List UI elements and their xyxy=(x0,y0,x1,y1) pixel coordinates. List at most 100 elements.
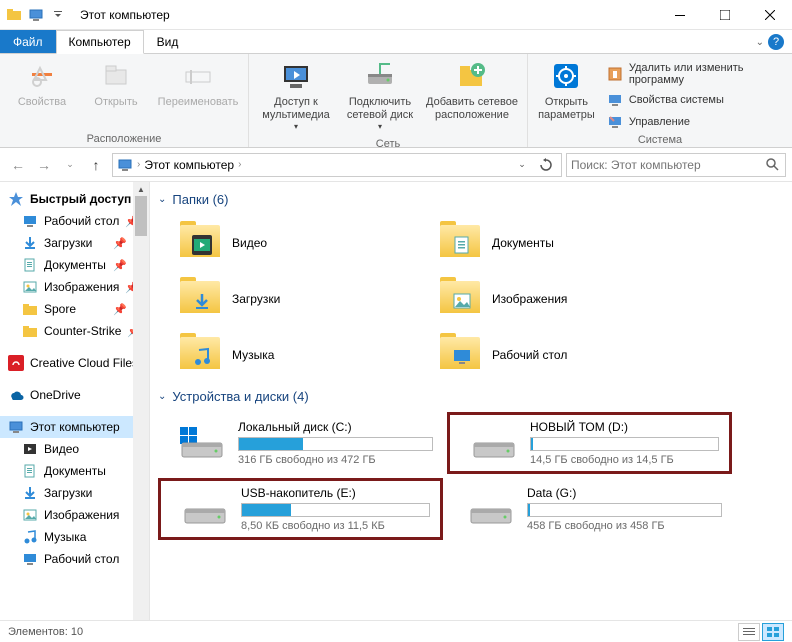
tab-file[interactable]: Файл xyxy=(0,30,56,53)
tree-item[interactable]: Counter-Strike📌 xyxy=(0,320,149,342)
drive-capacity-bar xyxy=(527,503,722,517)
drive-name: Локальный диск (C:) xyxy=(238,420,433,434)
drive-name: Data (G:) xyxy=(527,486,722,500)
chevron-right-icon[interactable]: › xyxy=(137,159,140,170)
drive-capacity-bar xyxy=(530,437,719,451)
qat-dropdown-icon[interactable] xyxy=(50,7,66,23)
system-properties-icon xyxy=(607,92,623,108)
navigation-pane: Быстрый доступ Рабочий стол📌Загрузки📌Док… xyxy=(0,182,150,620)
folder-icon xyxy=(178,333,222,377)
add-location-button[interactable]: Добавить сетевое расположение xyxy=(423,56,521,126)
tree-item[interactable]: Документы📌 xyxy=(0,254,149,276)
address-dropdown-button[interactable]: ⌄ xyxy=(511,154,533,176)
maximize-button[interactable] xyxy=(702,0,747,30)
chevron-right-icon[interactable]: › xyxy=(238,159,241,170)
computer-icon xyxy=(117,157,133,173)
tree-item[interactable]: Документы xyxy=(0,460,149,482)
desktop-icon xyxy=(22,551,38,567)
sidebar-scrollbar[interactable]: ▲ xyxy=(133,182,149,620)
collapse-ribbon-icon[interactable]: ⌄ xyxy=(756,37,764,48)
search-input[interactable] xyxy=(571,158,765,172)
section-devices[interactable]: ⌄ Устройства и диски (4) xyxy=(158,383,792,412)
tree-item[interactable]: Рабочий стол📌 xyxy=(0,210,149,232)
desktop-icon xyxy=(22,213,38,229)
drive-icon xyxy=(470,425,518,461)
chevron-down-icon: ⌄ xyxy=(158,194,166,205)
folder-icon xyxy=(438,333,482,377)
folder-label: Музыка xyxy=(232,348,274,362)
breadcrumb-this-pc[interactable]: Этот компьютер xyxy=(144,158,234,172)
folder-item[interactable]: Загрузки xyxy=(158,271,418,327)
tree-item[interactable]: Изображения xyxy=(0,504,149,526)
window-controls xyxy=(657,0,792,30)
ribbon-group-system: Открыть параметры Удалить или изменить п… xyxy=(528,54,792,147)
tree-item[interactable]: Музыка xyxy=(0,526,149,548)
tab-view[interactable]: Вид xyxy=(144,30,192,53)
folder-item[interactable]: Рабочий стол xyxy=(418,327,678,383)
nav-recent-button[interactable]: ⌄ xyxy=(58,153,82,177)
address-bar[interactable]: › Этот компьютер › ⌄ xyxy=(112,153,562,177)
nav-forward-button[interactable]: → xyxy=(32,153,56,177)
rename-button[interactable]: Переименовать xyxy=(154,56,242,113)
quick-access-toolbar xyxy=(0,7,72,23)
tree-item[interactable]: Рабочий стол xyxy=(0,548,149,570)
folder-item[interactable]: Документы xyxy=(418,215,678,271)
drive-item[interactable]: Локальный диск (C:) 316 ГБ свободно из 47… xyxy=(158,412,443,474)
drive-item[interactable]: USB-накопитель (E:) 8,50 КБ свободно из 1… xyxy=(158,478,443,540)
system-properties-button[interactable]: Свойства системы xyxy=(601,90,786,110)
tree-item[interactable]: Spore📌 xyxy=(0,298,149,320)
uninstall-button[interactable]: Удалить или изменить программу xyxy=(601,60,786,88)
folder-icon xyxy=(178,277,222,321)
main-area: Быстрый доступ Рабочий стол📌Загрузки📌Док… xyxy=(0,182,792,620)
tree-onedrive[interactable]: OneDrive xyxy=(0,384,149,406)
media-access-button[interactable]: Доступ к мультимедиа ▾ xyxy=(255,56,337,136)
tab-computer[interactable]: Компьютер xyxy=(56,30,144,54)
tree-quick-access[interactable]: Быстрый доступ xyxy=(0,188,149,210)
folder-item[interactable]: Музыка xyxy=(158,327,418,383)
search-icon[interactable] xyxy=(765,157,781,173)
folder-item[interactable]: Изображения xyxy=(418,271,678,327)
folder-icon xyxy=(178,221,222,265)
navbar: ← → ⌄ ↑ › Этот компьютер › ⌄ xyxy=(0,148,792,182)
quick-access-icon xyxy=(8,191,24,207)
tree-item[interactable]: Видео xyxy=(0,438,149,460)
tree-creative-cloud[interactable]: Creative Cloud Files xyxy=(0,352,149,374)
tree-item[interactable]: Загрузки📌 xyxy=(0,232,149,254)
refresh-button[interactable] xyxy=(535,154,557,176)
manage-button[interactable]: Управление xyxy=(601,112,786,132)
properties-button[interactable]: Свойства xyxy=(6,56,78,113)
folder-icon xyxy=(22,301,38,317)
ribbon-group-network: Доступ к мультимедиа ▾ Подключить сетево… xyxy=(249,54,528,147)
minimize-button[interactable] xyxy=(657,0,702,30)
search-box[interactable] xyxy=(566,153,786,177)
help-icon[interactable]: ? xyxy=(768,34,784,50)
map-drive-button[interactable]: Подключить сетевой диск ▾ xyxy=(339,56,421,136)
drive-item[interactable]: НОВЫЙ ТОМ (D:)14,5 ГБ свободно из 14,5 Г… xyxy=(447,412,732,474)
video-icon xyxy=(22,441,38,457)
folder-icon xyxy=(438,277,482,321)
folder-icon xyxy=(6,7,22,23)
section-folders[interactable]: ⌄ Папки (6) xyxy=(158,186,792,215)
computer-icon[interactable] xyxy=(28,7,44,23)
tree-item[interactable]: Изображения📌 xyxy=(0,276,149,298)
open-button[interactable]: Открыть xyxy=(80,56,152,113)
drive-item[interactable]: Data (G:)458 ГБ свободно из 458 ГБ xyxy=(447,478,732,540)
nav-back-button[interactable]: ← xyxy=(6,153,30,177)
folder-item[interactable]: Видео xyxy=(158,215,418,271)
drive-icon xyxy=(178,425,226,461)
scroll-thumb[interactable] xyxy=(135,196,147,236)
pin-icon: 📌 xyxy=(113,259,127,272)
close-button[interactable] xyxy=(747,0,792,30)
tree-this-pc[interactable]: Этот компьютер xyxy=(0,416,149,438)
drive-free-text: 316 ГБ свободно из 472 ГБ xyxy=(238,454,433,466)
nav-up-button[interactable]: ↑ xyxy=(84,153,108,177)
drive-free-text: 8,50 КБ свободно из 11,5 КБ xyxy=(241,520,430,532)
documents-icon xyxy=(22,257,38,273)
drive-icon xyxy=(181,491,229,527)
open-settings-button[interactable]: Открыть параметры xyxy=(534,56,599,126)
tree-item[interactable]: Загрузки xyxy=(0,482,149,504)
ribbon-group-location: Свойства Открыть Переименовать Расположе… xyxy=(0,54,249,147)
scroll-up-icon[interactable]: ▲ xyxy=(133,182,149,196)
drive-name: USB-накопитель (E:) xyxy=(241,486,430,500)
drive-free-text: 14,5 ГБ свободно из 14,5 ГБ xyxy=(530,454,719,466)
